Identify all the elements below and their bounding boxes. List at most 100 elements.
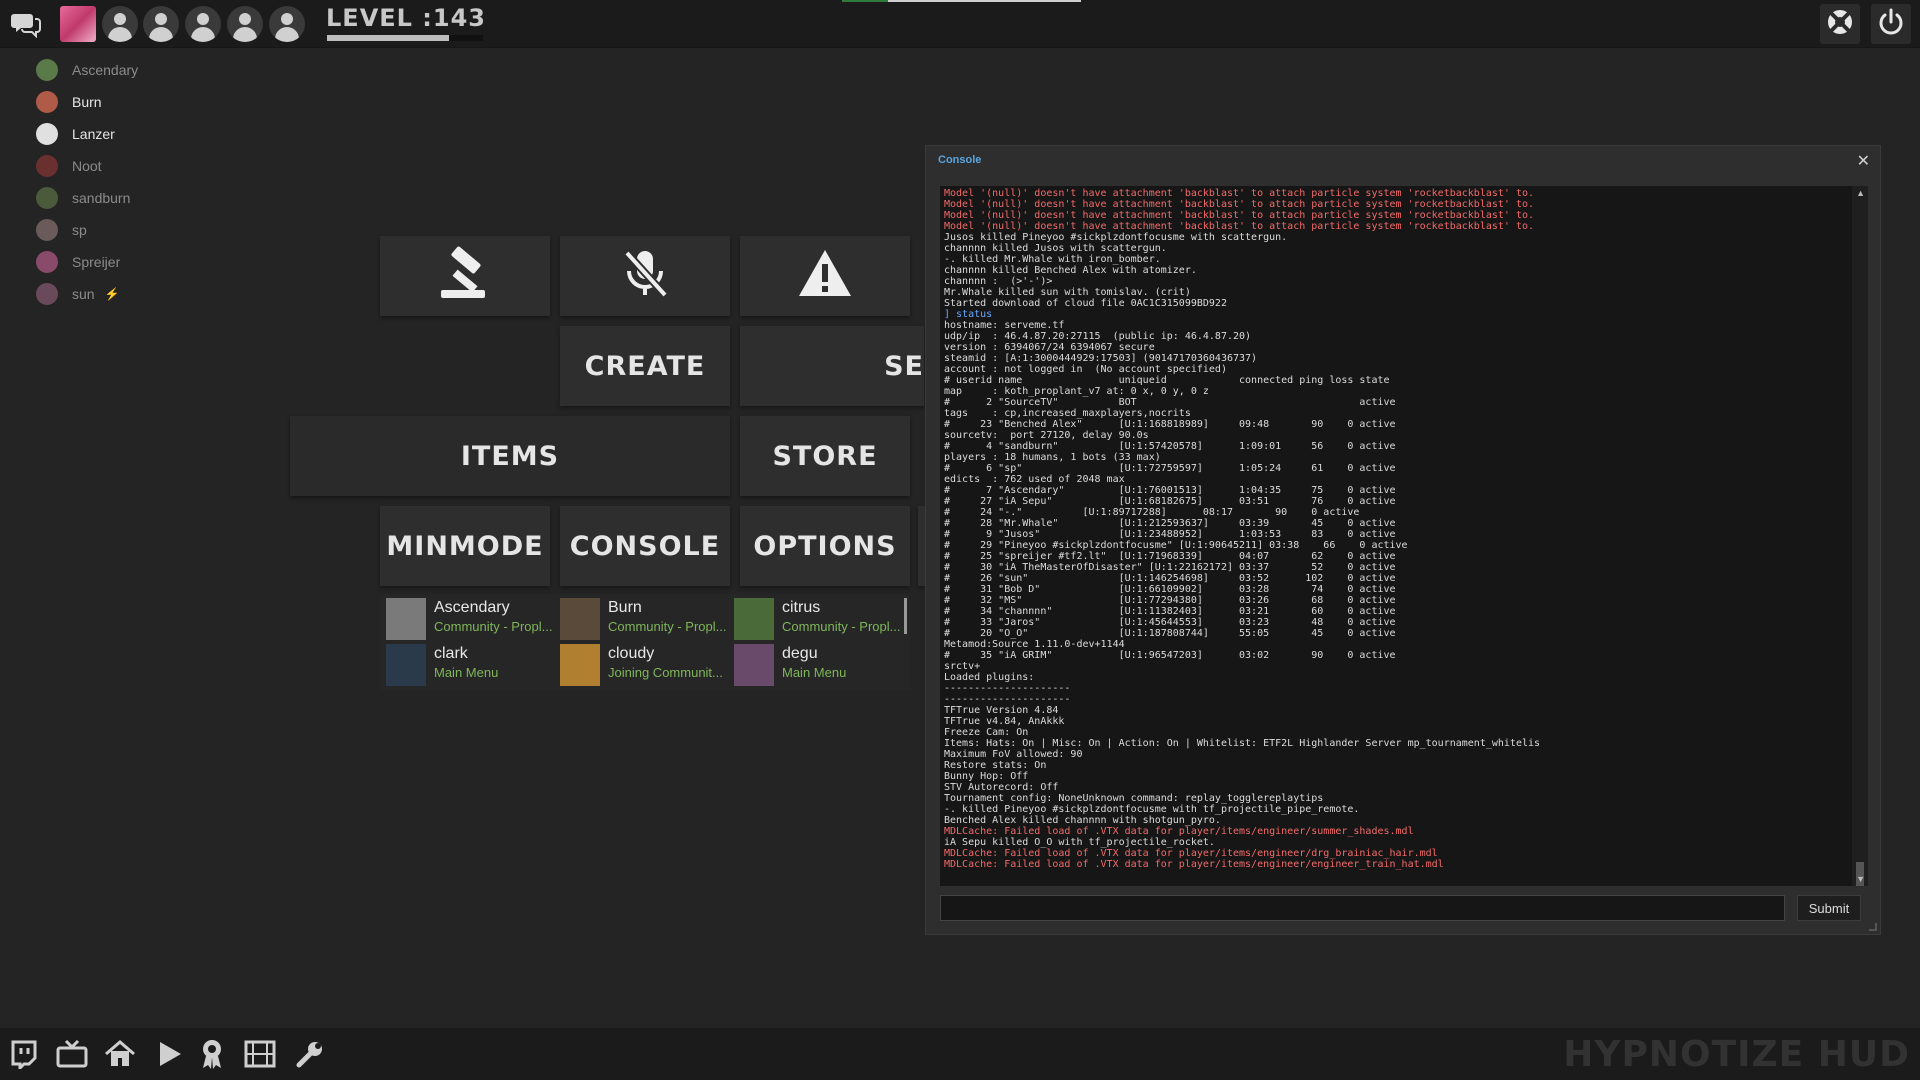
user-avatar[interactable] [60, 6, 96, 42]
console-line: # 35 "iA GRIM" [U:1:96547203] 03:02 90 0… [944, 650, 1396, 661]
quit-button[interactable] [1871, 4, 1911, 44]
top-bar: LEVEL :143 [0, 0, 1920, 48]
friend-card-status: Main Menu [434, 665, 499, 680]
friend-list-item[interactable]: Lanzer [36, 118, 236, 150]
bottom-bar: HYPNOTIZE HUD [0, 1028, 1920, 1080]
party-slot-5-icon[interactable] [269, 6, 305, 42]
console-log[interactable]: ▲ ▼ Model '(null)' doesn't have attachme… [940, 186, 1868, 886]
console-line: srctv+ [944, 661, 981, 672]
friend-list-item[interactable]: sp [36, 214, 236, 246]
loading-strip [888, 0, 1081, 2]
friend-avatar [36, 187, 58, 209]
console-line: # 25 "spreijer #tf2.lt" [U:1:71968339] 0… [944, 551, 1396, 562]
friend-card[interactable]: degu Main Menu [734, 644, 906, 688]
friend-name: Ascendary [72, 62, 139, 78]
console-line: channnn killed Jusos with scattergun. [944, 243, 1167, 254]
store-button[interactable]: STORE [740, 416, 910, 496]
warning-button[interactable] [740, 236, 910, 316]
submit-button[interactable]: Submit [1797, 895, 1861, 921]
resize-grip-icon[interactable] [1869, 923, 1877, 931]
console-line: STV Autorecord: Off [944, 782, 1059, 793]
mic-muted-icon [617, 245, 673, 308]
console-line: account : not logged in (No account spec… [944, 364, 1227, 375]
friend-card-status: Joining Communit... [608, 665, 723, 680]
level-label: LEVEL :143 [326, 4, 486, 32]
chat-icon[interactable] [8, 6, 44, 42]
options-button[interactable]: OPTIONS [740, 506, 910, 586]
console-line: steamid : [A:1:3000444929:17503] (901471… [944, 353, 1258, 364]
console-line: # 7 "Ascendary" [U:1:76001513] 1:04:35 7… [944, 485, 1396, 496]
items-button[interactable]: ITEMS [290, 416, 730, 496]
create-button[interactable]: CREATE [560, 326, 730, 406]
console-line: # 26 "sun" [U:1:146254698] 03:52 102 0 a… [944, 573, 1396, 584]
console-button[interactable]: CONSOLE [560, 506, 730, 586]
console-line: ] status [944, 309, 993, 320]
close-icon[interactable]: ✕ [1857, 151, 1870, 171]
console-line: # userid name uniqueid connected ping lo… [944, 375, 1390, 386]
level-progress-fill [327, 35, 449, 41]
friend-card[interactable]: cloudy Joining Communit... [560, 644, 732, 688]
console-line: -. killed Pineyoo #sickplzdontfocusme wi… [944, 804, 1360, 815]
friend-card-name: cloudy [608, 645, 655, 662]
console-line: udp/ip : 46.4.87.20:27115 (public ip: 46… [944, 331, 1252, 342]
friend-list-item[interactable]: Spreijer [36, 246, 236, 278]
friend-avatar [36, 123, 58, 145]
party-slot-2-icon[interactable] [143, 6, 179, 42]
friend-list-item[interactable]: Noot [36, 150, 236, 182]
console-input[interactable] [940, 895, 1785, 921]
tv-icon[interactable] [56, 1038, 88, 1070]
friend-avatar [36, 155, 58, 177]
scroll-up-icon[interactable]: ▲ [1856, 188, 1865, 198]
friend-list-item[interactable]: sandburn [36, 182, 236, 214]
party-slot-1-icon[interactable] [102, 6, 138, 42]
servers-button-label: SE [884, 350, 924, 382]
loading-strip-green [842, 0, 888, 2]
home-icon[interactable] [104, 1038, 136, 1070]
wrench-icon[interactable] [294, 1038, 326, 1070]
friend-card[interactable]: Burn Community - Propl... [560, 598, 732, 642]
servers-button[interactable]: SE [740, 326, 924, 406]
friends-grid-scrollbar[interactable] [904, 598, 907, 634]
help-button[interactable] [1820, 4, 1860, 44]
console-line: Jusos killed Pineyoo #sickplzdontfocusme… [944, 232, 1288, 243]
twitch-icon[interactable] [8, 1038, 40, 1070]
friend-card[interactable]: clark Main Menu [386, 644, 558, 688]
console-line: hostname: serveme.tf [944, 320, 1065, 331]
console-line: # 32 "MS" [U:1:77294380] 03:26 68 0 acti… [944, 595, 1396, 606]
console-line: channnn : (>'-')> [944, 276, 1053, 287]
console-line: # 31 "Bob D" [U:1:66109902] 03:28 74 0 a… [944, 584, 1396, 595]
friend-list-item[interactable]: Ascendary [36, 54, 236, 86]
achievement-icon[interactable] [196, 1038, 228, 1070]
film-icon[interactable] [244, 1038, 276, 1070]
console-line: Started download of cloud file 0AC1C3150… [944, 298, 1227, 309]
party-slot-3-icon[interactable] [185, 6, 221, 42]
level-progress-bar [327, 35, 483, 41]
console-line: Model '(null)' doesn't have attachment '… [944, 199, 1535, 210]
mute-button[interactable] [560, 236, 730, 316]
console-line: # 20 "O_O" [U:1:187808744] 55:05 45 0 ac… [944, 628, 1396, 639]
console-scrollbar[interactable]: ▲ ▼ [1852, 186, 1868, 886]
friend-card[interactable]: citrus Community - Propl... [734, 598, 906, 642]
console-line: map : koth_proplant_v7 at: 0 x, 0 y, 0 z [944, 386, 1209, 397]
party-slot-4-icon[interactable] [227, 6, 263, 42]
console-line: Mr.Whale killed sun with tomislav. (crit… [944, 287, 1191, 298]
friend-card[interactable]: Ascendary Community - Propl... [386, 598, 558, 642]
friend-name: Noot [72, 158, 102, 174]
minmode-button[interactable]: MINMODE [380, 506, 550, 586]
friend-avatar [36, 283, 58, 305]
console-line: # 9 "Jusos" [U:1:23488952] 1:03:53 83 0 … [944, 529, 1396, 540]
console-title: Console [938, 154, 982, 166]
report-button[interactable] [380, 236, 550, 316]
friend-name: sun [72, 286, 95, 302]
friend-list-item[interactable]: sun ⚡ [36, 278, 236, 310]
console-line: Loaded plugins: [944, 672, 1035, 683]
console-line: Maximum FoV allowed: 90 [944, 749, 1083, 760]
console-line: sourcetv: port 27120, delay 90.0s [944, 430, 1149, 441]
friend-list-item[interactable]: Burn [36, 86, 236, 118]
play-icon[interactable] [154, 1038, 186, 1070]
console-line: # 30 "iA TheMasterOfDisaster" [U:1:22162… [944, 562, 1396, 573]
friend-card-avatar [560, 598, 600, 640]
console-line: # 2 "SourceTV" BOT active [944, 397, 1396, 408]
friend-avatar [36, 91, 58, 113]
scroll-down-icon[interactable]: ▼ [1856, 874, 1865, 884]
